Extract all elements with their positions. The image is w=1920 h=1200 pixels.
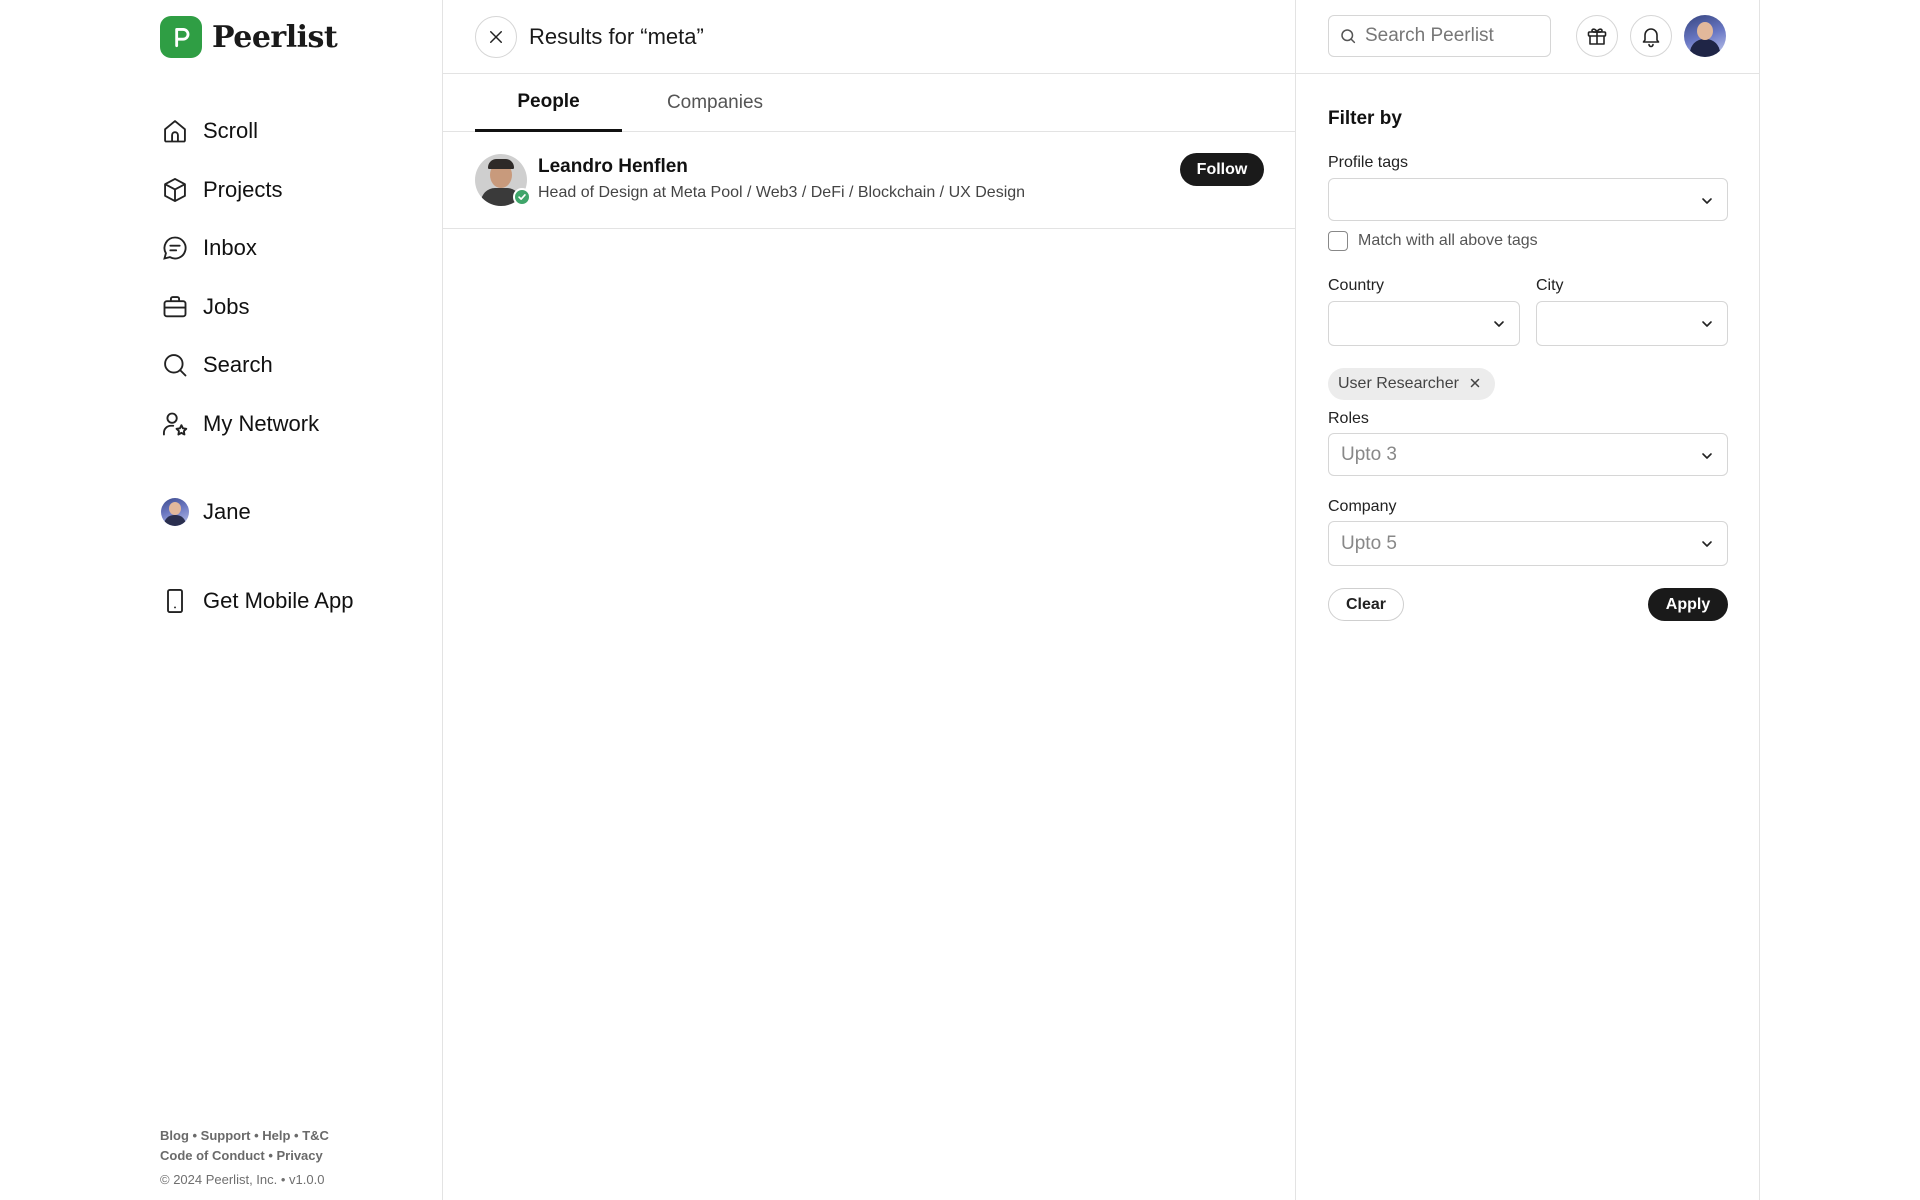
sidebar-item-inbox[interactable]: Inbox	[160, 233, 353, 263]
company-value: Upto 5	[1341, 532, 1397, 554]
profile-name: Jane	[203, 499, 251, 524]
sidebar-item-projects[interactable]: Projects	[160, 175, 353, 205]
peerlist-logo-icon	[160, 16, 202, 58]
sidebar-footer: Blog • Support • Help • T&C Code of Cond…	[160, 1126, 329, 1187]
close-search-button[interactable]	[475, 15, 517, 58]
gift-button[interactable]	[1576, 15, 1618, 57]
footer-links-secondary[interactable]: Code of Conduct • Privacy	[160, 1146, 329, 1166]
bell-icon	[1642, 28, 1660, 48]
city-label: City	[1536, 277, 1564, 294]
mobile-app-label: Get Mobile App	[203, 587, 354, 613]
match-all-row: Match with all above tags	[1328, 231, 1728, 251]
country-select[interactable]	[1328, 301, 1520, 346]
briefcase-icon	[160, 292, 190, 322]
result-headline: Head of Design at Meta Pool / Web3 / DeF…	[538, 184, 1026, 201]
search-box[interactable]	[1328, 15, 1551, 57]
notifications-button[interactable]	[1630, 15, 1672, 57]
search-icon	[1341, 29, 1356, 44]
sidebar-item-label: My Network	[203, 410, 320, 436]
tab-companies[interactable]: Companies	[622, 74, 808, 132]
close-icon	[490, 30, 502, 43]
chevron-down-icon	[1702, 541, 1712, 547]
search-icon	[160, 350, 190, 380]
chevron-down-icon	[1702, 321, 1712, 327]
list-item[interactable]: Leandro Henflen Head of Design at Meta P…	[443, 132, 1295, 229]
match-all-label: Match with all above tags	[1358, 232, 1538, 249]
sidebar-item-label: Inbox	[203, 235, 257, 260]
phone-icon	[160, 586, 190, 616]
sidebar-item-jobs[interactable]: Jobs	[160, 292, 353, 322]
home-icon	[160, 116, 190, 146]
cube-icon	[160, 175, 190, 205]
sidebar-item-search[interactable]: Search	[160, 350, 353, 380]
match-all-checkbox[interactable]	[1328, 231, 1348, 251]
remove-chip-icon[interactable]	[1469, 377, 1483, 391]
country-label: Country	[1328, 277, 1385, 294]
page-title: Results for “meta”	[529, 23, 704, 49]
brand-name: Peerlist	[212, 19, 338, 55]
filter-panel: Filter by Profile tags Match with all ab…	[1296, 0, 1760, 1200]
get-mobile-app-link[interactable]: Get Mobile App	[160, 586, 353, 616]
verified-badge-icon	[513, 188, 531, 206]
sidebar-item-label: Search	[203, 352, 273, 377]
chip-label: User Researcher	[1338, 375, 1459, 392]
result-name[interactable]: Leandro Henflen	[538, 156, 1025, 178]
tab-people[interactable]: People	[475, 74, 622, 132]
footer-links[interactable]: Blog • Support • Help • T&C	[160, 1126, 329, 1146]
sidebar-item-my-network[interactable]: My Network	[160, 409, 353, 439]
avatar[interactable]	[1684, 15, 1726, 57]
company-select[interactable]: Upto 5	[1328, 521, 1728, 566]
search-input[interactable]	[1365, 25, 1535, 47]
profile-tags-select[interactable]	[1328, 178, 1728, 221]
sidebar-item-label: Scroll	[203, 118, 259, 143]
filter-title: Filter by	[1328, 108, 1402, 129]
roles-label: Roles	[1328, 410, 1369, 427]
avatar	[160, 497, 190, 527]
copyright: © 2024 Peerlist, Inc. • v1.0.0	[160, 1172, 325, 1187]
brand-logo[interactable]: Peerlist	[160, 16, 338, 58]
sidebar-item-label: Projects	[203, 176, 283, 202]
profile-tags-label: Profile tags	[1328, 154, 1409, 171]
user-star-icon	[160, 409, 190, 439]
city-select[interactable]	[1536, 301, 1728, 346]
results-header: Results for “meta”	[443, 0, 1295, 74]
gift-icon	[1587, 28, 1607, 45]
roles-select[interactable]: Upto 3	[1328, 433, 1728, 476]
roles-value: Upto 3	[1341, 443, 1397, 465]
top-bar	[1296, 0, 1759, 74]
sidebar-item-profile[interactable]: Jane	[160, 497, 353, 527]
results-panel: Results for “meta” People Companies Lean…	[443, 0, 1296, 1200]
main-nav: Scroll Projects Inbox Jobs Search My Net…	[160, 116, 353, 644]
chevron-down-icon	[1702, 453, 1712, 459]
apply-button[interactable]: Apply	[1648, 588, 1728, 621]
follow-button[interactable]: Follow	[1180, 153, 1264, 186]
chevron-down-icon	[1702, 198, 1712, 204]
sidebar-item-scroll[interactable]: Scroll	[160, 116, 353, 146]
sidebar-item-label: Jobs	[203, 293, 250, 319]
filter-chip: User Researcher	[1328, 368, 1495, 400]
chat-icon	[160, 233, 190, 263]
result-tabs: People Companies	[443, 74, 1295, 132]
left-sidebar: Peerlist Scroll Projects Inbox Jobs Sear…	[0, 0, 443, 1200]
chevron-down-icon	[1494, 321, 1504, 327]
filter-form: Filter by Profile tags Match with all ab…	[1328, 108, 1728, 621]
company-label: Company	[1328, 498, 1397, 515]
clear-button[interactable]: Clear	[1328, 588, 1404, 621]
